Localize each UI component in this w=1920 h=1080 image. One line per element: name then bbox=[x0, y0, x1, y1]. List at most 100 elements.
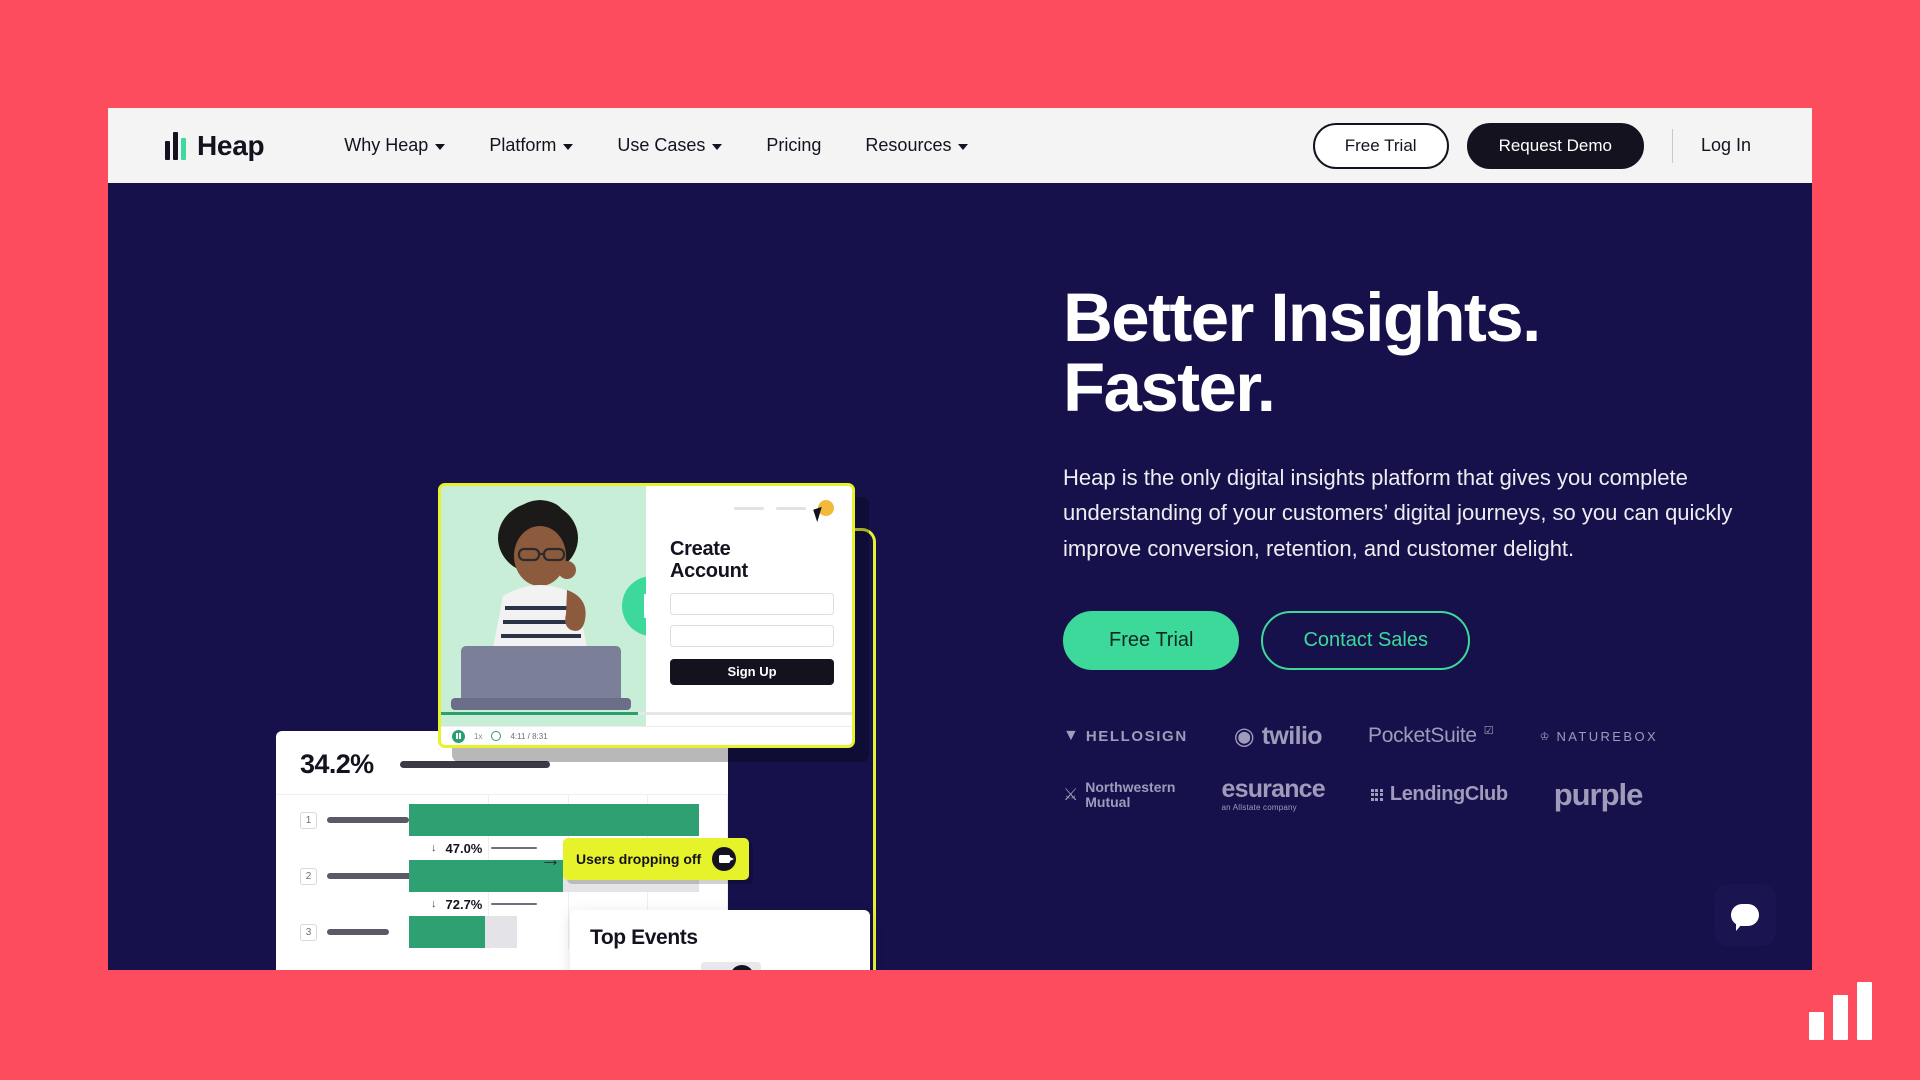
dropoff-value: 47.0% bbox=[445, 840, 483, 856]
step-number: 2 bbox=[300, 867, 317, 885]
logo-label: twilio bbox=[1261, 721, 1323, 750]
logo-label: esurance an Allstate company bbox=[1221, 777, 1325, 813]
logo-pocketsuite: PocketSuite ☑ bbox=[1368, 724, 1494, 748]
chevron-down-icon bbox=[563, 144, 574, 150]
step-number: 3 bbox=[300, 923, 317, 941]
password-field[interactable] bbox=[670, 624, 834, 647]
nav-item-platform-label: Platform bbox=[489, 135, 557, 155]
video-player-card[interactable]: Create Account Sign Up 1x 4:11 / 8:31 bbox=[438, 483, 855, 748]
nav-request-demo-button[interactable]: Request Demo bbox=[1466, 122, 1644, 169]
create-account-form: Create Account Sign Up bbox=[646, 486, 852, 726]
event-count: 46 bbox=[708, 970, 722, 971]
funnel-bar-remainder bbox=[484, 916, 517, 948]
logo-twilio: ◉ twilio bbox=[1233, 721, 1323, 751]
hero-illustration: Create Account Sign Up 1x 4:11 / 8:31 34… bbox=[108, 183, 953, 970]
funnel-summary: 34.2% bbox=[276, 749, 728, 795]
northwestern-line-2: Mutual bbox=[1085, 793, 1131, 810]
customer-logo-row-2: ⚔ Northwestern Mutual esurance an Allsta… bbox=[1063, 777, 1643, 813]
nav-actions: Free Trial Request Demo Log In bbox=[1312, 122, 1755, 169]
session-replay-icon[interactable] bbox=[729, 965, 754, 970]
heap-watermark-bars-icon bbox=[1809, 982, 1872, 1040]
hero-contact-sales-button[interactable]: Contact Sales bbox=[1261, 610, 1470, 670]
tooltip-label: Users dropping off bbox=[576, 851, 702, 867]
nav-item-why-heap[interactable]: Why Heap bbox=[322, 135, 467, 156]
summary-placeholder-bar bbox=[399, 761, 550, 768]
heap-logo-mark-icon bbox=[165, 131, 186, 160]
session-replay-icon[interactable] bbox=[712, 847, 737, 871]
step-label-placeholder bbox=[327, 929, 389, 935]
hero-cta-row: Free Trial Contact Sales bbox=[1063, 610, 1812, 670]
logo-label: PocketSuite bbox=[1367, 724, 1477, 748]
logo-naturebox: ♔ NATUREBOX bbox=[1540, 729, 1658, 744]
logo-esurance: esurance an Allstate company bbox=[1221, 777, 1325, 813]
lendingclub-dots-icon bbox=[1370, 788, 1383, 801]
logo-label: purple bbox=[1553, 776, 1644, 812]
logo-label: LendingClub bbox=[1389, 783, 1508, 806]
nav-item-use-cases-label: Use Cases bbox=[617, 135, 706, 155]
event-row[interactable]: ✎ Enter email 46 bbox=[590, 962, 870, 971]
nav-log-in-link[interactable]: Log In bbox=[1701, 135, 1755, 156]
dropoff-placeholder-bar bbox=[491, 903, 538, 905]
users-dropping-off-tooltip[interactable]: Users dropping off bbox=[563, 838, 750, 880]
sign-up-button[interactable]: Sign Up bbox=[670, 658, 834, 685]
funnel-bar bbox=[409, 804, 699, 836]
hellosign-mark-icon: ▼ bbox=[1063, 727, 1079, 745]
dropoff-value: 72.7% bbox=[445, 896, 483, 912]
twilio-mark-icon: ◉ bbox=[1233, 722, 1255, 750]
customer-logo-row-1: ▼ HELLOSIGN ◉ twilio PocketSuite ☑ ♔ NAT… bbox=[1063, 721, 1656, 751]
nav-item-use-cases[interactable]: Use Cases bbox=[595, 135, 744, 156]
logo-label: NATUREBOX bbox=[1556, 728, 1659, 744]
northwestern-emblem-icon: ⚔ bbox=[1063, 784, 1079, 804]
create-account-title: Create Account bbox=[670, 538, 748, 583]
nav-item-why-heap-label: Why Heap bbox=[344, 135, 429, 155]
esurance-tagline: an Allstate company bbox=[1221, 803, 1297, 813]
person-at-laptop-illustration bbox=[451, 500, 631, 710]
website-frame: Heap Why Heap Platform Use Cases Pricing… bbox=[108, 108, 1812, 970]
dropoff-placeholder-bar bbox=[491, 847, 538, 849]
email-field[interactable] bbox=[670, 592, 834, 615]
nav-divider bbox=[1671, 128, 1673, 163]
funnel-step-row: 1 bbox=[276, 803, 728, 837]
hero-paragraph: Heap is the only digital insights platfo… bbox=[1063, 464, 1733, 561]
nav-item-pricing[interactable]: Pricing bbox=[744, 135, 843, 156]
nav-placeholder-bar bbox=[734, 506, 764, 510]
pocketsuite-check-icon: ☑ bbox=[1483, 725, 1494, 738]
nav-item-resources-label: Resources bbox=[865, 135, 952, 155]
chat-widget-button[interactable] bbox=[1714, 884, 1776, 946]
top-navigation-bar: Heap Why Heap Platform Use Cases Pricing… bbox=[108, 108, 1812, 183]
conversion-rate-value: 34.2% bbox=[300, 749, 374, 779]
nav-placeholder-bar bbox=[776, 506, 806, 510]
event-count-chip: 46 bbox=[701, 962, 761, 971]
chevron-down-icon bbox=[712, 144, 723, 150]
nav-free-trial-button[interactable]: Free Trial bbox=[1312, 122, 1449, 169]
heap-logo-text: Heap bbox=[197, 129, 265, 161]
top-events-title: Top Events bbox=[590, 926, 698, 949]
playback-speed-label[interactable]: 1x bbox=[474, 732, 482, 741]
play-pause-icon[interactable] bbox=[452, 729, 465, 743]
down-arrow-icon: ↓ bbox=[431, 898, 437, 910]
step-number: 1 bbox=[300, 811, 317, 829]
video-progress-bar[interactable] bbox=[441, 712, 852, 715]
chat-bubble-icon bbox=[1731, 904, 1759, 931]
hero-free-trial-button[interactable]: Free Trial bbox=[1063, 610, 1240, 670]
heap-logo[interactable]: Heap bbox=[165, 129, 265, 162]
northwestern-line-1: Northwestern bbox=[1085, 778, 1176, 795]
logo-label: Northwestern Mutual bbox=[1085, 780, 1175, 809]
customer-logo-strip: ▼ HELLOSIGN ◉ twilio PocketSuite ☑ ♔ NAT… bbox=[1063, 721, 1656, 813]
down-arrow-icon: ↓ bbox=[431, 842, 437, 854]
replay-icon[interactable] bbox=[491, 731, 502, 741]
top-events-card: Top Events ✎ Enter email 46 ➤ Click Sign… bbox=[570, 910, 870, 970]
video-timestamp: 4:11 / 8:31 bbox=[510, 731, 548, 741]
logo-hellosign: ▼ HELLOSIGN bbox=[1063, 727, 1188, 745]
video-controls-bar: 1x 4:11 / 8:31 bbox=[441, 726, 852, 745]
nav-links: Why Heap Platform Use Cases Pricing Reso… bbox=[322, 135, 990, 156]
video-thumbnail-photo bbox=[441, 486, 646, 726]
pencil-icon: ✎ bbox=[590, 969, 607, 971]
event-name: Enter email bbox=[616, 970, 686, 971]
chevron-down-icon bbox=[435, 144, 446, 150]
mini-site-nav bbox=[670, 500, 834, 516]
nav-item-resources[interactable]: Resources bbox=[843, 135, 990, 156]
nav-item-pricing-label: Pricing bbox=[766, 135, 822, 155]
nav-item-platform[interactable]: Platform bbox=[467, 135, 595, 156]
chevron-down-icon bbox=[958, 144, 969, 150]
